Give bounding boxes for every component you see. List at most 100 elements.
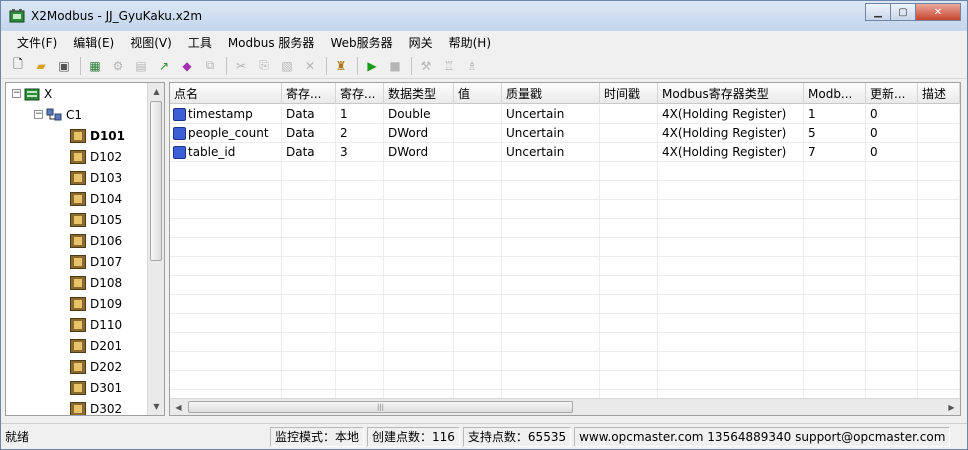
collapse-icon[interactable]: − [34, 110, 43, 119]
stop-button[interactable]: ■ [386, 57, 404, 75]
table-cell: 0 [866, 105, 918, 124]
tree-node-channel[interactable]: − C1 [34, 104, 82, 125]
open-button[interactable]: ▰ [32, 57, 50, 75]
table-cell [454, 314, 502, 333]
collapse-icon[interactable]: − [12, 89, 21, 98]
tree-node-device[interactable]: D201 [70, 335, 122, 356]
scroll-down-icon[interactable]: ▼ [148, 398, 164, 415]
menu-help[interactable]: 帮助(H) [441, 34, 499, 51]
table-row[interactable]: people_count Data 2 DWord Uncertain 4X(Holdin… [170, 124, 960, 143]
table-cell [336, 371, 384, 390]
toolbar-separator [357, 56, 358, 75]
debug-button[interactable]: ♗ [463, 57, 481, 75]
table-cell [804, 200, 866, 219]
device-icon [70, 338, 86, 353]
minimize-button[interactable]: ▁ [865, 3, 891, 21]
scroll-up-icon[interactable]: ▲ [148, 83, 164, 100]
tree-node-device[interactable]: D104 [70, 188, 122, 209]
copy-button[interactable]: ⎘ [255, 57, 273, 75]
new-file-button[interactable]: 🗋 [9, 57, 27, 75]
cell-text: Uncertain [506, 126, 565, 140]
table-cell [600, 314, 658, 333]
scroll-right-icon[interactable]: ▶ [943, 399, 960, 415]
table-cell: Uncertain [502, 105, 600, 124]
maximize-button[interactable]: ▢ [890, 3, 916, 21]
close-button[interactable]: ✕ [915, 3, 961, 21]
batch-button[interactable]: ◆ [178, 57, 196, 75]
tree-node-device[interactable]: D106 [70, 230, 122, 251]
column-header[interactable]: Modbus寄存器类型 [658, 83, 804, 104]
table-cell [502, 200, 600, 219]
delete-button[interactable]: ✕ [301, 57, 319, 75]
column-header[interactable]: 更新... [866, 83, 918, 104]
paste-button[interactable]: ▧ [278, 57, 296, 75]
diagnostics-button[interactable]: ⚒ [417, 57, 435, 75]
column-header[interactable]: 值 [454, 83, 502, 104]
menu-web-server[interactable]: Web服务器 [322, 34, 400, 51]
column-header[interactable]: 点名 [170, 83, 282, 104]
tree-node-device[interactable]: D101 [70, 125, 125, 146]
tree-node-device[interactable]: D105 [70, 209, 122, 230]
tree-node-device[interactable]: D103 [70, 167, 122, 188]
save-button[interactable]: ▣ [55, 57, 73, 75]
menu-gateway[interactable]: 网关 [401, 34, 441, 51]
import-button[interactable]: ↗ [155, 57, 173, 75]
monitor-button[interactable]: ♖ [440, 57, 458, 75]
tree-node-label: D202 [90, 359, 123, 374]
tree-node-device[interactable]: D202 [70, 356, 122, 377]
table-cell [658, 352, 804, 371]
menu-modbus-server[interactable]: Modbus 服务器 [220, 34, 323, 51]
column-header[interactable]: Modb... [804, 83, 866, 104]
scroll-left-icon[interactable]: ◀ [170, 399, 187, 415]
title-bar[interactable]: X2Modbus - JJ_GyuKaku.x2m ▁ ▢ ✕ [1, 1, 967, 31]
column-header[interactable]: 描述 [918, 83, 960, 104]
grid-horizontal-scrollbar[interactable]: ◀ ||| ▶ [170, 398, 960, 415]
cell-text: DWord [388, 145, 429, 159]
tree-node-device[interactable]: D108 [70, 272, 122, 293]
tree-node-device[interactable]: D301 [70, 377, 122, 398]
toolbar-separator [411, 56, 412, 75]
menu-file[interactable]: 文件(F) [9, 34, 65, 51]
add-channel-button[interactable]: ▦ [86, 57, 104, 75]
tree-node-root[interactable]: − X [12, 83, 52, 104]
menu-view[interactable]: 视图(V) [122, 34, 180, 51]
menu-tools[interactable]: 工具 [180, 34, 220, 51]
column-header[interactable]: 质量戳 [502, 83, 600, 104]
table-row[interactable]: timestamp Data 1 Double Uncertain 4X(Holding … [170, 105, 960, 124]
device-icon [70, 380, 86, 395]
table-cell [918, 257, 960, 276]
column-header[interactable]: 时间戳 [600, 83, 658, 104]
column-header[interactable]: 寄存... [336, 83, 384, 104]
scroll-thumb[interactable] [150, 101, 162, 261]
empty-row [170, 352, 960, 371]
table-cell [282, 333, 336, 352]
column-header[interactable]: 寄存... [282, 83, 336, 104]
status-bar: 就绪 监控模式：本地 创建点数：116 支持点数：65535 www.opcma… [1, 423, 967, 449]
run-button[interactable]: ▶ [363, 57, 381, 75]
table-cell [336, 162, 384, 181]
column-header[interactable]: 数据类型 [384, 83, 454, 104]
menu-edit[interactable]: 编辑(E) [65, 34, 122, 51]
cell-text: 0 [870, 107, 878, 121]
tree-node-device[interactable]: D102 [70, 146, 122, 167]
tree-node-device[interactable]: D107 [70, 251, 122, 272]
table-cell: people_count [170, 124, 282, 143]
empty-row [170, 333, 960, 352]
table-row[interactable]: table_id Data 3 DWord Uncertain 4X(Holding Re… [170, 143, 960, 162]
export-button[interactable]: ⧉ [201, 57, 219, 75]
add-tag-button[interactable]: ▤ [132, 57, 150, 75]
tree-node-device[interactable]: D302 [70, 398, 122, 415]
grid-rows: timestamp Data 1 Double Uncertain 4X(Holding … [170, 105, 960, 409]
properties-button[interactable]: ♜ [332, 57, 350, 75]
channel-icon [46, 108, 62, 120]
tree-vertical-scrollbar[interactable]: ▲ ▼ [147, 83, 164, 415]
tree-node-device[interactable]: D110 [70, 314, 122, 335]
cell-text: 4X(Holding Register) [662, 145, 787, 159]
scroll-thumb[interactable]: ||| [188, 401, 573, 413]
cut-button[interactable]: ✂ [232, 57, 250, 75]
tree-view[interactable]: − X − C1 D101 D102 D103 D104 D105 D106 D107 D10… [5, 82, 165, 416]
empty-row [170, 238, 960, 257]
tree-node-device[interactable]: D109 [70, 293, 122, 314]
cell-text: 4X(Holding Register) [662, 126, 787, 140]
add-device-button[interactable]: ⚙ [109, 57, 127, 75]
